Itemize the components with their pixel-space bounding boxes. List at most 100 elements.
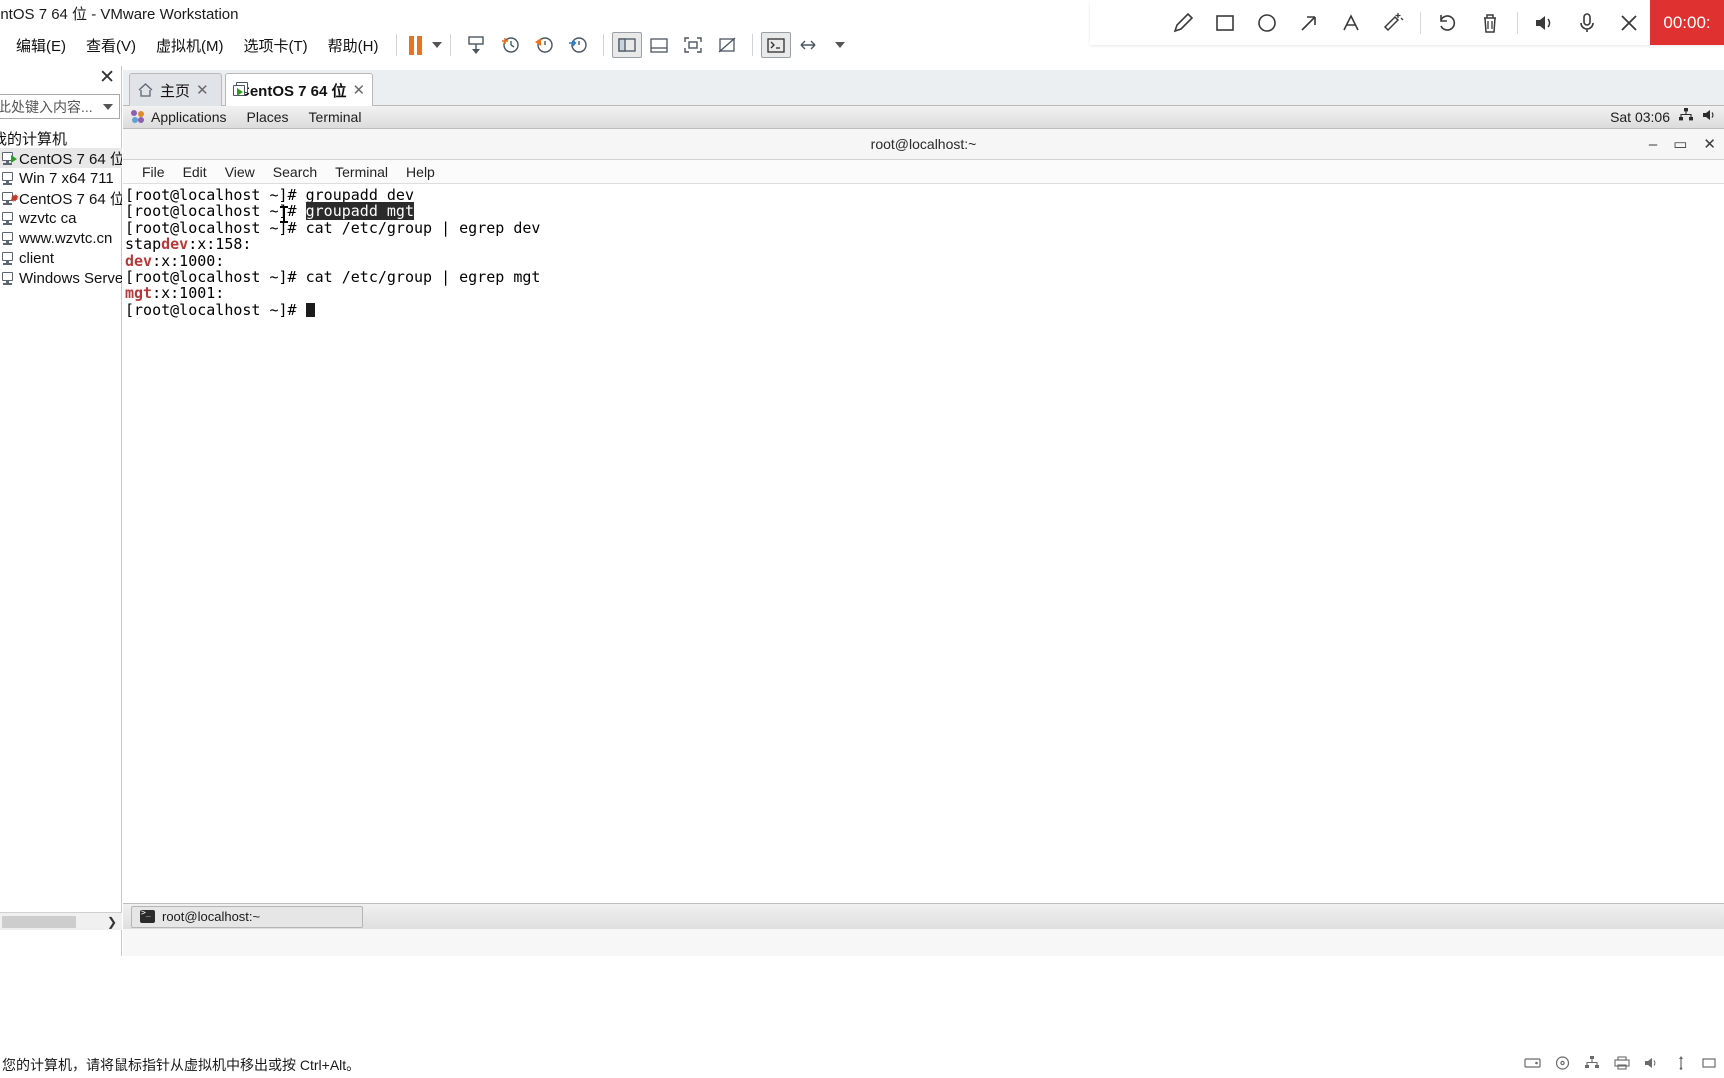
terminal-menu-view[interactable]: View (216, 164, 264, 180)
close-recorder-icon[interactable] (1608, 0, 1650, 45)
terminal-menu-edit[interactable]: Edit (174, 164, 216, 180)
terminal-current-line: [root@localhost ~]# (125, 302, 1724, 318)
terminal-titlebar: root@localhost:~ – ▭ ✕ (123, 129, 1724, 160)
menu-help[interactable]: 帮助(H) (318, 33, 389, 58)
gnome-top-panel: Applications Places Terminal Sat 03:06 (123, 106, 1724, 129)
sidebar-item-centos7-running[interactable]: CentOS 7 64 位 (0, 148, 122, 168)
output-suffix: :x:158: (188, 235, 252, 254)
vm-powered-off-icon (0, 271, 16, 286)
gnome-clock[interactable]: Sat 03:06 (1610, 109, 1670, 125)
terminal-line: [root@localhost ~]# cat /etc/group | egr… (125, 269, 1724, 285)
text-icon[interactable] (1330, 0, 1372, 45)
undo-icon[interactable] (1427, 0, 1469, 45)
scroll-right-arrow-icon[interactable]: ❯ (107, 915, 122, 929)
tab-centos7[interactable]: CentOS 7 64 位 ✕ (225, 73, 373, 106)
status-message: 您的计算机，请将鼠标指针从虚拟机中移出或按 Ctrl+Alt。 (2, 1057, 361, 1073)
recorder-separator (1517, 11, 1518, 34)
gnome-taskbar: root@localhost:~ (123, 903, 1724, 929)
hdd-icon[interactable] (1524, 1056, 1541, 1075)
sidebar-item-label: wzvtc ca (19, 209, 77, 227)
gnome-terminal-menu[interactable]: Terminal (299, 109, 372, 125)
terminal-cursor-block (305, 302, 315, 317)
gnome-places-menu[interactable]: Places (237, 109, 299, 125)
pause-icon[interactable] (409, 35, 423, 55)
delete-icon[interactable] (1469, 0, 1511, 45)
rectangle-icon[interactable] (1204, 0, 1246, 45)
more-icon[interactable] (1702, 1056, 1716, 1075)
taskbar-item-terminal[interactable]: root@localhost:~ (131, 905, 363, 928)
recorder-separator (1420, 11, 1421, 34)
vm-powered-off-icon (0, 211, 16, 226)
terminal-prompt: [root@localhost ~]# (125, 267, 306, 286)
sidebar-item-label: CentOS 7 64 位 (19, 150, 122, 168)
terminal-menu-help[interactable]: Help (397, 164, 444, 180)
volume-icon[interactable] (1702, 108, 1718, 127)
tab-home[interactable]: 主页 ✕ (129, 73, 222, 106)
sidebar-item-wzvtc-ca[interactable]: wzvtc ca (0, 208, 122, 228)
guest-screen[interactable]: Applications Places Terminal Sat 03:06 r… (123, 106, 1724, 956)
terminal-line: [root@localhost ~]# groupadd dev (125, 187, 1724, 203)
printer-icon[interactable] (1614, 1055, 1630, 1075)
stretch-icon[interactable] (791, 30, 825, 60)
network-icon[interactable] (1584, 1055, 1600, 1075)
minimize-icon[interactable]: – (1649, 137, 1657, 152)
snapshot-manager-icon[interactable] (561, 30, 595, 60)
cd-icon[interactable] (1555, 1055, 1570, 1075)
sidebar-item-client[interactable]: client (0, 248, 122, 268)
output-match: dev (161, 235, 189, 254)
sidebar-search-box[interactable]: 此处键入内容... (0, 94, 120, 119)
take-snapshot-icon[interactable] (493, 30, 527, 60)
terminal-menu-terminal[interactable]: Terminal (326, 164, 397, 180)
revert-snapshot-icon[interactable] (527, 30, 561, 60)
maximize-icon[interactable]: ▭ (1673, 137, 1687, 152)
fullscreen-icon[interactable] (676, 30, 710, 60)
tab-close-icon[interactable]: ✕ (196, 81, 209, 99)
window-title: entOS 7 64 位 - VMware Workstation (0, 6, 239, 23)
terminal-menu-search[interactable]: Search (264, 164, 326, 180)
chevron-down-icon[interactable] (103, 103, 113, 110)
output-match: dev (125, 251, 153, 270)
sidebar-item-label: CentOS 7 64 位 (19, 190, 122, 208)
terminal-menu-file[interactable]: File (133, 164, 174, 180)
sidebar-item-windows-server[interactable]: Windows Server (0, 268, 122, 288)
close-icon[interactable]: ✕ (1703, 137, 1716, 152)
menu-view[interactable]: 查看(V) (76, 33, 146, 58)
menu-tabs[interactable]: 选项卡(T) (234, 33, 318, 58)
toolbar-separator (396, 34, 398, 56)
sidebar-close-button[interactable]: ✕ (99, 68, 115, 87)
terminal-menubar: File Edit View Search Terminal Help (123, 160, 1724, 184)
sidebar-item-win7[interactable]: Win 7 x64 711 (0, 168, 122, 188)
pencil-icon[interactable] (1162, 0, 1204, 45)
sound-icon[interactable] (1644, 1056, 1660, 1075)
speaker-icon[interactable] (1524, 0, 1566, 45)
show-library-icon[interactable] (612, 32, 643, 58)
stretch-caret-icon[interactable] (835, 42, 846, 48)
gnome-panel-status-area: Sat 03:06 (1610, 107, 1724, 127)
terminal-window-controls: – ▭ ✕ (1649, 129, 1716, 160)
ellipse-icon[interactable] (1246, 0, 1288, 45)
unity-icon[interactable] (710, 30, 744, 60)
tab-close-icon[interactable]: ✕ (353, 81, 366, 99)
network-icon[interactable] (1678, 107, 1694, 127)
sidebar-item-www-wzvtc-cn[interactable]: www.wzvtc.cn (0, 228, 122, 248)
menu-edit[interactable]: 编辑(E) (6, 33, 76, 58)
microphone-icon[interactable] (1566, 0, 1608, 45)
scrollbar-thumb[interactable] (2, 915, 76, 928)
arrow-icon[interactable] (1288, 0, 1330, 45)
terminal-prompt: [root@localhost ~]# (125, 202, 306, 221)
console-icon[interactable] (761, 32, 792, 58)
snapshot-icon[interactable] (459, 30, 493, 60)
sidebar-item-centos7-suspended[interactable]: ✹ CentOS 7 64 位 (0, 188, 122, 208)
taskbar-item-label: root@localhost:~ (162, 909, 261, 924)
menu-vm[interactable]: 虚拟机(M) (146, 33, 234, 58)
terminal-output-area[interactable]: [root@localhost ~]# groupadd dev [root@l… (123, 184, 1724, 928)
highlighter-icon[interactable] (1372, 0, 1414, 45)
show-thumbnails-icon[interactable] (642, 30, 676, 60)
sidebar-horizontal-scrollbar[interactable]: ❯ (0, 912, 122, 930)
toolbar-separator (752, 34, 754, 56)
vm-powered-off-icon (0, 251, 16, 266)
gnome-applications-menu[interactable]: Applications (123, 109, 237, 125)
usb-icon[interactable] (1674, 1055, 1688, 1075)
dropdown-caret-icon[interactable] (432, 42, 443, 48)
applications-icon (131, 110, 146, 124)
